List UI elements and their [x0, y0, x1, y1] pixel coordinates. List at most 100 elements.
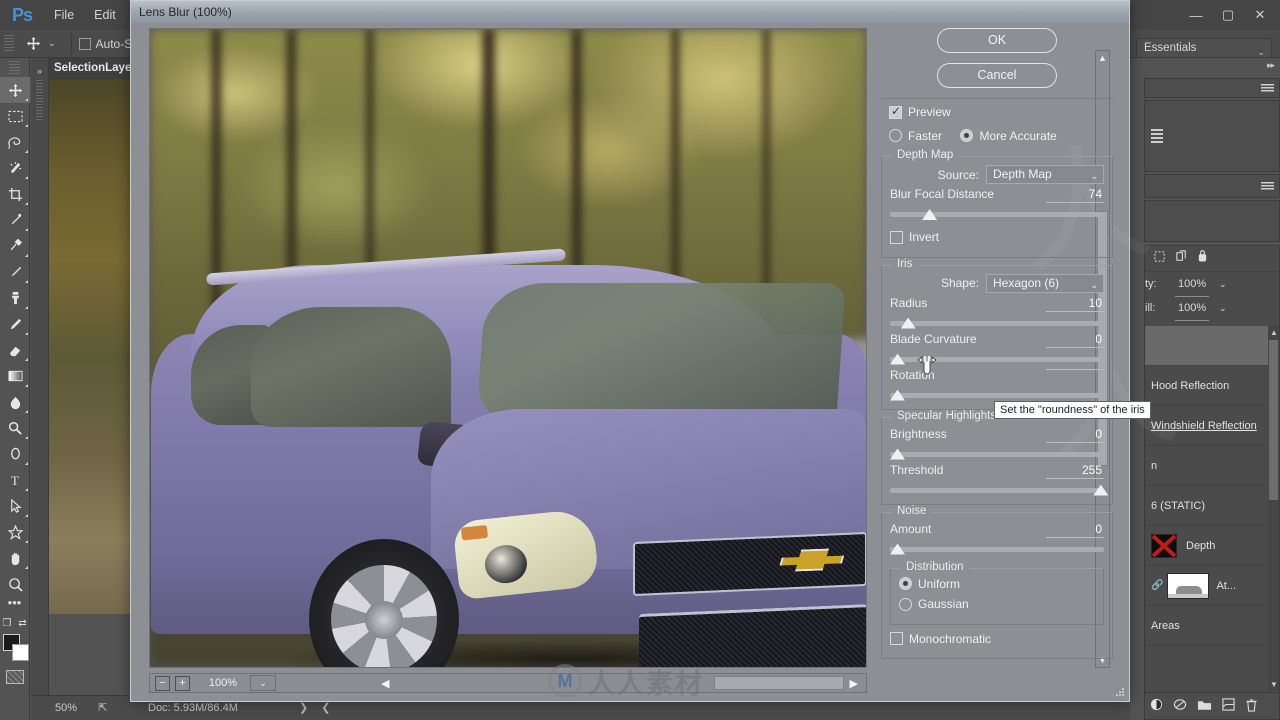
tool-preset-caret-icon[interactable]: ⌄ [48, 38, 56, 49]
tool-brush[interactable] [0, 259, 30, 285]
lock-image-pixels-icon[interactable] [1175, 249, 1188, 268]
layer-row-hood-reflection[interactable]: Hood Reflection [1145, 366, 1279, 406]
blur-focal-distance-value[interactable]: 74 [1046, 187, 1104, 203]
noise-amount-slider[interactable] [890, 543, 1104, 555]
layer-opacity-row[interactable]: ty: 100% ⌄ [1145, 272, 1279, 297]
ok-button[interactable]: OK [937, 28, 1057, 53]
collapse-dock-icon[interactable]: ▸▸ [1267, 60, 1275, 71]
dialog-title-bar[interactable]: Lens Blur (100%) [131, 1, 1129, 23]
swap-colors-icon[interactable]: ⇄ [18, 618, 26, 629]
noise-amount-value[interactable]: 0 [1046, 522, 1104, 538]
color-swatches[interactable] [0, 632, 30, 666]
preview-checkbox[interactable]: Preview [889, 104, 951, 119]
tool-dodge[interactable] [0, 415, 30, 441]
upper-panel-adjustments[interactable] [1144, 100, 1280, 172]
status-expand-icon[interactable]: ❯ [299, 702, 308, 714]
tool-blur[interactable] [0, 389, 30, 415]
maximize-icon[interactable]: ▢ [1212, 4, 1244, 26]
lens-blur-preview[interactable] [149, 28, 867, 668]
more-accurate-radio[interactable]: More Accurate [960, 129, 1057, 143]
options-bar-grip[interactable] [4, 34, 14, 53]
new-layer-icon[interactable] [1222, 698, 1235, 714]
layer-row-attached[interactable]: 🔗 At... [1145, 566, 1279, 606]
tool-custom-shape[interactable] [0, 519, 30, 545]
toolbox-grip[interactable] [9, 61, 20, 75]
layer-row-areas[interactable]: Areas [1145, 606, 1279, 646]
monochromatic-checkbox[interactable]: Monochromatic [890, 632, 991, 646]
rotation-slider[interactable] [890, 389, 1104, 401]
tool-eraser[interactable] [0, 337, 30, 363]
panel-strip-grip[interactable] [36, 80, 43, 120]
document-zoom-status[interactable]: 50% ⇱ [31, 695, 141, 720]
tool-pen[interactable] [0, 441, 30, 467]
blur-focal-distance-slider[interactable] [890, 209, 1104, 220]
rotation-value[interactable] [1046, 368, 1104, 370]
more-tools-icon[interactable]: ••• [0, 596, 29, 615]
scroll-up-icon[interactable]: ▲ [1270, 328, 1278, 337]
tool-crop[interactable] [0, 181, 30, 207]
tool-hand[interactable] [0, 545, 30, 571]
close-icon[interactable]: ✕ [1244, 4, 1276, 26]
uniform-radio[interactable]: Uniform [899, 577, 960, 591]
scroll-down-icon[interactable]: ▼ [1270, 680, 1278, 689]
tool-gradient[interactable] [0, 363, 30, 389]
lock-all-icon[interactable] [1197, 249, 1208, 268]
panel-menu-icon[interactable] [1261, 84, 1274, 93]
scroll-right-icon[interactable]: ▶ [850, 677, 858, 690]
tool-clone-stamp[interactable] [0, 285, 30, 311]
tool-move[interactable] [0, 77, 30, 103]
brightness-value[interactable]: 0 [1046, 427, 1104, 443]
tool-spot-healing-brush[interactable] [0, 233, 30, 259]
shape-select[interactable]: Hexagon (6) ⌄ [986, 273, 1104, 293]
share-icon[interactable]: ⇱ [98, 702, 107, 714]
tool-magic-wand[interactable] [0, 155, 30, 181]
link-icon[interactable]: 🔗 [1151, 580, 1163, 591]
invert-checkbox[interactable]: Invert [890, 230, 939, 244]
menu-edit[interactable]: Edit [84, 0, 126, 30]
tool-rectangular-marquee[interactable] [0, 103, 30, 129]
workspace-selector[interactable]: Essentials ⌄ [1136, 38, 1272, 58]
source-select[interactable]: Depth Map ⌄ [986, 165, 1104, 184]
adjustment-layer-icon[interactable] [1173, 698, 1187, 714]
layer-row-windshield-reflection[interactable]: Windshield Reflection [1145, 406, 1279, 446]
status-collapse-icon[interactable]: ❮ [321, 702, 330, 714]
tool-path-selection[interactable] [0, 493, 30, 519]
tool-lasso[interactable] [0, 129, 30, 155]
layer-row-selected[interactable] [1145, 326, 1279, 366]
zoom-out-button[interactable]: − [155, 675, 170, 691]
new-group-icon[interactable] [1197, 699, 1212, 714]
minimize-icon[interactable]: — [1180, 4, 1212, 26]
blade-curvature-value[interactable]: 0 [1046, 332, 1104, 348]
background-color-swatch[interactable] [12, 644, 29, 661]
quick-mask-toggle-icon[interactable] [5, 670, 24, 684]
panel-menu-icon[interactable] [1261, 182, 1274, 191]
auto-select-checkbox[interactable] [78, 37, 91, 50]
upper-panel-styles[interactable] [1144, 174, 1280, 198]
lock-transparency-icon[interactable] [1153, 250, 1166, 268]
layer-row-n[interactable]: n [1145, 446, 1279, 486]
adjustment-preset-icon[interactable] [1151, 129, 1163, 143]
radius-value[interactable]: 10 [1046, 296, 1104, 312]
layer-thumbnail-red-x[interactable] [1151, 533, 1177, 558]
threshold-value[interactable]: 255 [1046, 463, 1104, 479]
radius-slider[interactable] [890, 317, 1104, 329]
dialog-resize-grip[interactable] [1115, 687, 1126, 698]
layer-fill-row[interactable]: ill: 100% ⌄ [1145, 296, 1279, 321]
brightness-slider[interactable] [890, 448, 1104, 460]
tool-type[interactable]: T [0, 467, 30, 493]
layer-thumbnail-depth-map[interactable] [1167, 572, 1210, 599]
opacity-value[interactable]: 100% [1175, 272, 1210, 297]
layers-scroll-thumb[interactable] [1269, 340, 1278, 500]
threshold-slider[interactable] [890, 484, 1109, 496]
scroll-left-icon[interactable]: ◀ [381, 677, 389, 690]
faster-radio[interactable]: Faster [889, 129, 942, 143]
cancel-button[interactable]: Cancel [937, 63, 1057, 88]
default-colors-icon[interactable]: ❐ [2, 618, 11, 629]
move-tool-icon[interactable] [18, 32, 48, 56]
layer-style-icon[interactable] [1150, 698, 1163, 714]
tool-history-brush[interactable] [0, 311, 30, 337]
layers-scrollbar[interactable]: ▲ ▼ [1268, 326, 1279, 691]
layers-blend-row[interactable] [1145, 246, 1279, 272]
fill-value[interactable]: 100% [1175, 296, 1210, 321]
layer-row-static[interactable]: 6 (STATIC) [1145, 486, 1279, 526]
